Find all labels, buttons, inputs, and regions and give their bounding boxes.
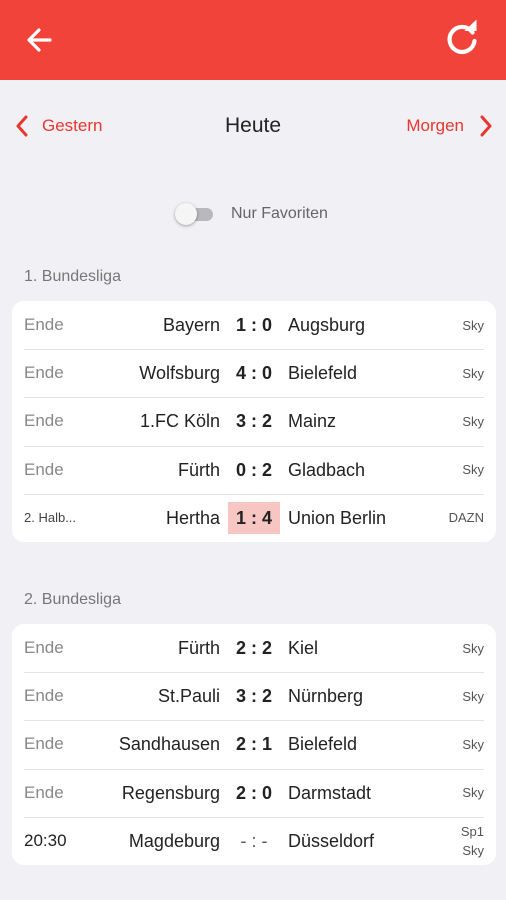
match-score: 1 : 0 [235, 315, 273, 335]
match-score: 3 : 2 [235, 411, 273, 432]
match-status: Ende [24, 782, 64, 802]
away-team: Kiel [288, 638, 319, 658]
tv-broadcaster: Sky [462, 624, 484, 672]
tv-channel: Sky [462, 413, 484, 429]
league-title: 1. Bundesliga [24, 268, 121, 285]
match-row[interactable]: Ende Regensburg 2 : 0 Darmstadt Sky [12, 768, 496, 817]
tv-broadcaster: Sky [462, 672, 484, 720]
match-score: 4 : 0 [235, 363, 273, 384]
match-row[interactable]: Ende Sandhausen 2 : 1 Bielefeld Sky [12, 720, 496, 768]
tv-channel: Sky [462, 317, 484, 333]
match-score: 2 : 1 [235, 734, 273, 755]
home-team: Hertha [165, 507, 220, 528]
match-row[interactable]: Ende Fürth 0 : 2 Gladbach Sky [12, 445, 496, 494]
tv-channel: Sky [462, 736, 484, 752]
tv-broadcaster: Sky [462, 720, 484, 768]
away-team: Mainz [288, 411, 337, 432]
favorites-toggle[interactable] [175, 203, 213, 225]
away-team: Gladbach [288, 459, 366, 480]
match-status: Ende [24, 315, 64, 334]
next-day-button[interactable]: Morgen [406, 112, 494, 140]
next-day-label: Morgen [406, 116, 464, 135]
home-team: Fürth [177, 638, 220, 658]
tv-channel: Sky [462, 842, 484, 858]
match-status: Ende [24, 363, 64, 383]
match-status: Ende [24, 638, 64, 657]
chevron-right-icon [480, 115, 492, 137]
away-team: Augsburg [288, 315, 366, 335]
match-score: 2 : 2 [235, 638, 273, 658]
home-team: Regensburg [121, 782, 220, 803]
match-score: 3 : 2 [235, 686, 273, 707]
away-team: Darmstadt [288, 782, 372, 803]
match-status: Ende [24, 686, 64, 706]
league-card: Ende Fürth 2 : 2 Kiel Sky Ende St.Pauli … [12, 624, 496, 865]
favorites-filter: Nur Favoriten [175, 200, 328, 228]
tv-channel: Sky [462, 462, 484, 478]
match-row[interactable]: Ende Wolfsburg 4 : 0 Bielefeld Sky [12, 349, 496, 397]
tv-broadcaster: Sky [462, 349, 484, 397]
tv-broadcaster: DAZN [449, 494, 484, 542]
match-row[interactable]: Ende St.Pauli 3 : 2 Nürnberg Sky [12, 672, 496, 720]
match-status: Ende [24, 411, 64, 431]
tv-broadcaster: Sky [462, 301, 484, 349]
home-team: 1.FC Köln [139, 411, 220, 432]
away-team: Nürnberg [288, 686, 364, 707]
away-team: Union Berlin [288, 507, 387, 528]
tv-broadcaster: Sp1 Sky [461, 817, 484, 865]
tv-channel: Sky [462, 365, 484, 381]
match-status: Ende [24, 459, 64, 479]
tv-channel: DAZN [448, 510, 484, 526]
away-team: Düsseldorf [288, 830, 375, 851]
away-team: Bielefeld [288, 363, 358, 384]
home-team: Fürth [177, 459, 220, 480]
away-team: Bielefeld [288, 734, 358, 755]
tv-channel: Sp1 [460, 823, 484, 839]
match-row[interactable]: 20:30 Magdeburg - : - Düsseldorf Sp1 Sky [12, 816, 496, 865]
home-team: St.Pauli [157, 686, 220, 707]
match-kickoff-time: 20:30 [24, 830, 67, 850]
match-score: 2 : 0 [235, 782, 273, 803]
league-card: Ende Bayern 1 : 0 Augsburg Sky Ende Wolf… [12, 301, 496, 542]
day-navigation: Gestern Heute Morgen [0, 100, 506, 152]
match-score: 0 : 2 [235, 459, 273, 480]
tv-channel: Sky [462, 688, 484, 704]
home-team: Magdeburg [128, 830, 220, 851]
match-row[interactable]: Ende Fürth 2 : 2 Kiel Sky [12, 624, 496, 672]
match-status: Ende [24, 734, 64, 754]
home-team: Sandhausen [118, 734, 220, 755]
tv-broadcaster: Sky [462, 397, 484, 445]
toggle-knob [175, 203, 197, 225]
home-team: Wolfsburg [139, 363, 220, 384]
home-team: Bayern [162, 315, 220, 335]
favorites-label: Nur Favoriten [231, 205, 328, 222]
refresh-icon[interactable] [440, 18, 484, 62]
match-status: 2. Halb... [24, 509, 77, 525]
arrow-left-icon[interactable] [20, 22, 60, 58]
match-score: - : - [240, 830, 268, 851]
tv-channel: Sky [462, 640, 484, 656]
tv-broadcaster: Sky [462, 446, 484, 494]
app-bar [0, 0, 506, 80]
live-score: 1 : 4 [228, 501, 280, 534]
tv-channel: Sky [462, 785, 484, 801]
match-row[interactable]: Ende Bayern 1 : 0 Augsburg Sky [12, 301, 496, 349]
league-title: 2. Bundesliga [24, 591, 121, 608]
tv-broadcaster: Sky [462, 769, 484, 817]
match-row[interactable]: 2. Halb... Hertha 1 : 4 Union Berlin DAZ… [12, 493, 496, 542]
match-row[interactable]: Ende 1.FC Köln 3 : 2 Mainz Sky [12, 397, 496, 445]
